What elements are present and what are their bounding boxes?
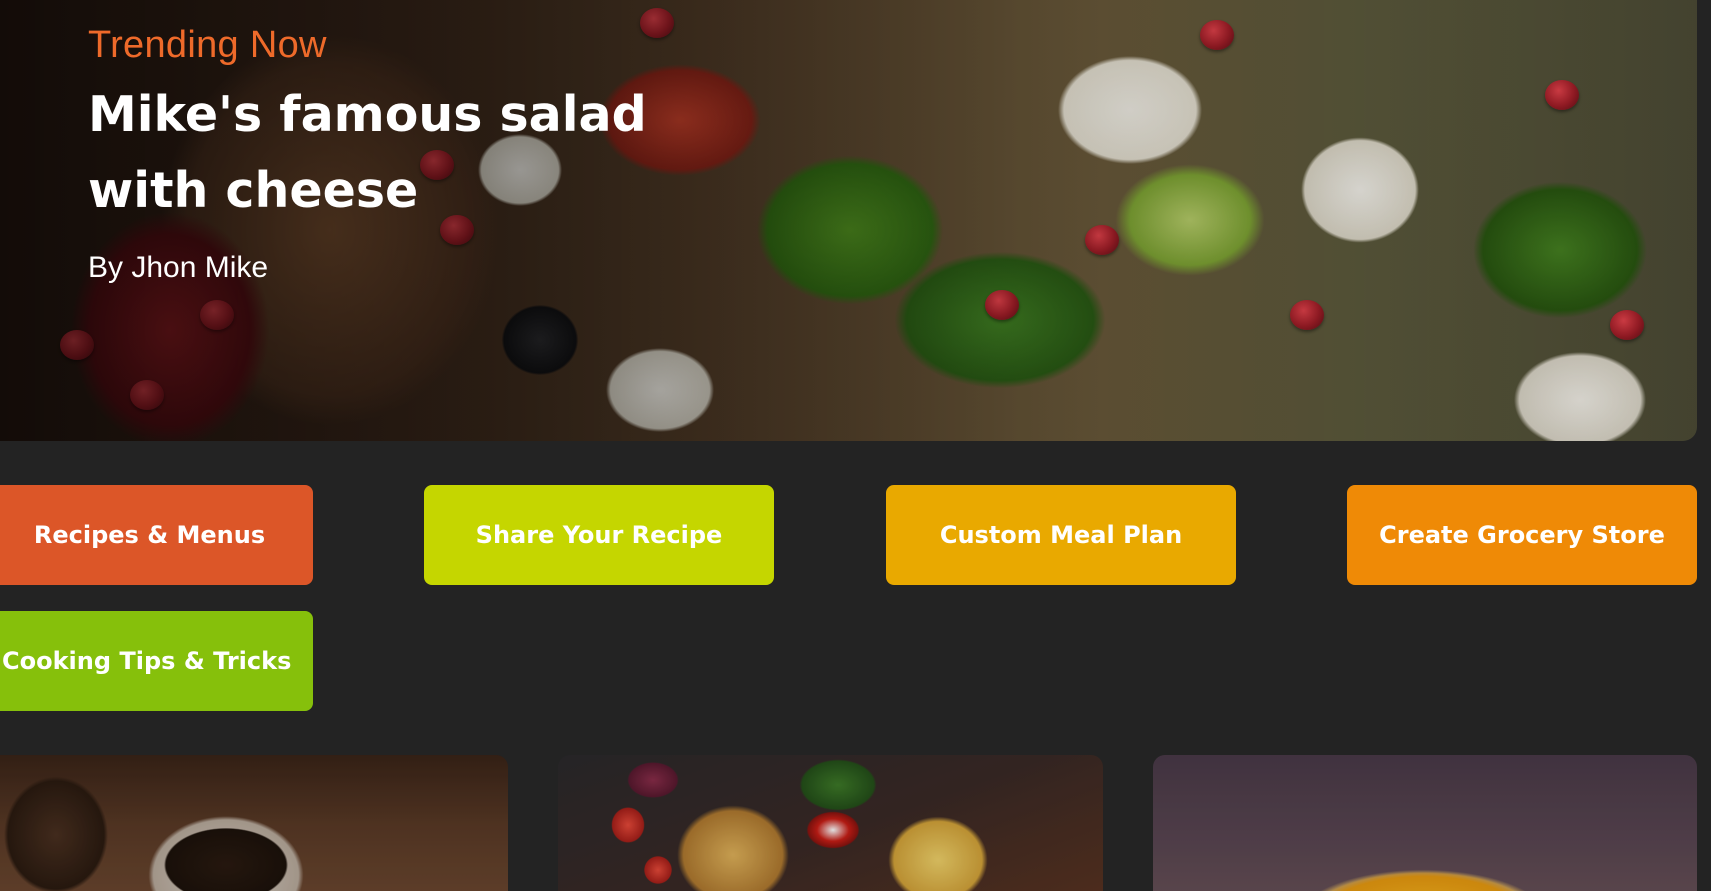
trending-label: Trending Now (88, 24, 327, 66)
recipes-menus-button[interactable]: Recipes & Menus (0, 485, 313, 585)
share-recipe-button[interactable]: Share Your Recipe (424, 485, 774, 585)
hero-banner[interactable]: Trending Now Mike's famous salad with ch… (0, 0, 1697, 441)
recipe-title[interactable]: Mike's famous salad with cheese (88, 77, 648, 229)
recipe-author[interactable]: By Jhon Mike (88, 251, 648, 285)
page: Trending Now Mike's famous salad with ch… (0, 0, 1711, 891)
omelette-photo (1153, 755, 1697, 891)
hero-text-block: Trending Now Mike's famous salad with ch… (88, 24, 648, 285)
cooking-tips-button[interactable]: Cooking Tips & Tricks (0, 611, 313, 711)
create-grocery-store-button[interactable]: Create Grocery Store (1347, 485, 1697, 585)
sandwich-and-fries-photo (558, 755, 1103, 891)
recipe-card-sandwich[interactable] (558, 755, 1103, 891)
coffee-cup-photo (0, 755, 508, 891)
recipe-card-omelette[interactable] (1153, 755, 1697, 891)
recipe-card-coffee[interactable] (0, 755, 508, 891)
custom-meal-plan-button[interactable]: Custom Meal Plan (886, 485, 1236, 585)
